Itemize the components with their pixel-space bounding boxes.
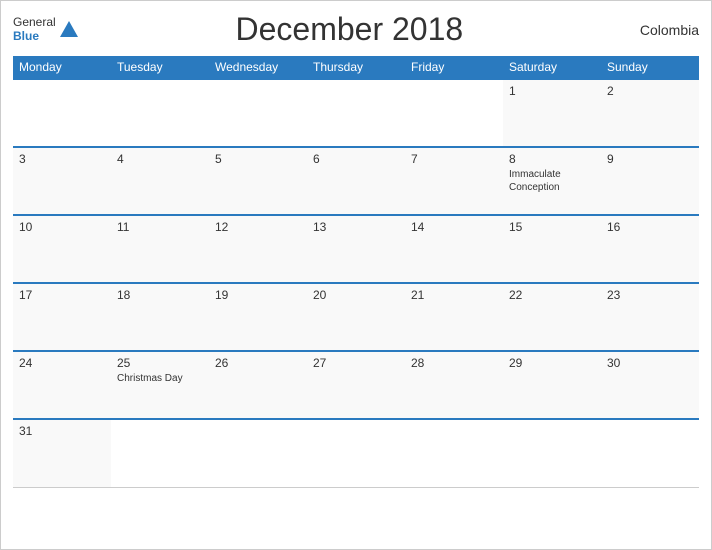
day-number: 3 [19,152,105,166]
logo: General Blue [13,16,80,42]
header-wednesday: Wednesday [209,56,307,79]
day-number: 13 [313,220,399,234]
day-number: 27 [313,356,399,370]
day-cell: 15 [503,215,601,283]
day-number: 2 [607,84,693,98]
day-cell: 6 [307,147,405,215]
day-cell: 11 [111,215,209,283]
day-number: 22 [509,288,595,302]
day-cell: 24 [13,351,111,419]
day-cell [13,79,111,147]
day-number: 17 [19,288,105,302]
day-number: 8 [509,152,595,166]
country-label: Colombia [619,22,699,38]
day-number: 1 [509,84,595,98]
day-number: 26 [215,356,301,370]
day-cell [307,419,405,487]
day-number: 19 [215,288,301,302]
day-cell: 28 [405,351,503,419]
week-row-0: 12 [13,79,699,147]
day-cell: 17 [13,283,111,351]
day-cell: 21 [405,283,503,351]
day-number: 10 [19,220,105,234]
day-number: 5 [215,152,301,166]
day-number: 11 [117,220,203,234]
calendar-container: General Blue December 2018 Colombia Mond… [0,0,712,550]
week-row-2: 10 11 12 13 14 15 16 [13,215,699,283]
calendar-table: Monday Tuesday Wednesday Thursday Friday… [13,56,699,488]
logo-flag-icon [58,19,80,41]
day-cell: 2 [601,79,699,147]
day-cell: 27 [307,351,405,419]
day-number: 7 [411,152,497,166]
day-cell: 5 [209,147,307,215]
day-cell: 22 [503,283,601,351]
day-cell: 23 [601,283,699,351]
weekday-header-row: Monday Tuesday Wednesday Thursday Friday… [13,56,699,79]
day-cell [405,419,503,487]
header-friday: Friday [405,56,503,79]
day-cell: 18 [111,283,209,351]
day-cell: 16 [601,215,699,283]
day-cell [111,79,209,147]
day-cell: 1 [503,79,601,147]
day-number: 16 [607,220,693,234]
day-number: 29 [509,356,595,370]
day-number: 31 [19,424,105,438]
day-cell [209,419,307,487]
week-row-3: 17 18 19 20 21 22 23 [13,283,699,351]
day-number: 24 [19,356,105,370]
day-cell: 9 [601,147,699,215]
day-number: 6 [313,152,399,166]
week-row-4: 24 25 Christmas Day 26 27 28 29 30 [13,351,699,419]
day-cell: 10 [13,215,111,283]
header-sunday: Sunday [601,56,699,79]
header-tuesday: Tuesday [111,56,209,79]
header-saturday: Saturday [503,56,601,79]
day-number: 25 [117,356,203,370]
day-cell: 30 [601,351,699,419]
month-title: December 2018 [80,11,619,48]
holiday-name: Immaculate Conception [509,168,595,194]
day-cell: 13 [307,215,405,283]
day-cell: 14 [405,215,503,283]
day-cell [111,419,209,487]
day-number: 28 [411,356,497,370]
day-cell: 25 Christmas Day [111,351,209,419]
day-number: 21 [411,288,497,302]
holiday-name: Christmas Day [117,372,203,385]
week-row-1: 345678 Immaculate Conception 9 [13,147,699,215]
day-cell [209,79,307,147]
day-cell: 7 [405,147,503,215]
day-number: 12 [215,220,301,234]
day-number: 23 [607,288,693,302]
header: General Blue December 2018 Colombia [13,11,699,48]
day-number: 4 [117,152,203,166]
day-number: 18 [117,288,203,302]
day-number: 15 [509,220,595,234]
day-cell: 19 [209,283,307,351]
logo-blue-text: Blue [13,30,56,43]
day-cell [405,79,503,147]
day-number: 20 [313,288,399,302]
day-cell: 31 [13,419,111,487]
day-cell: 3 [13,147,111,215]
logo-general-text: General [13,16,56,29]
day-number: 9 [607,152,693,166]
day-number: 30 [607,356,693,370]
header-thursday: Thursday [307,56,405,79]
week-row-5: 31 [13,419,699,487]
day-cell: 26 [209,351,307,419]
day-cell: 12 [209,215,307,283]
day-cell [601,419,699,487]
header-monday: Monday [13,56,111,79]
day-cell: 20 [307,283,405,351]
day-cell [503,419,601,487]
day-cell: 8 Immaculate Conception [503,147,601,215]
day-number: 14 [411,220,497,234]
day-cell [307,79,405,147]
day-cell: 4 [111,147,209,215]
day-cell: 29 [503,351,601,419]
